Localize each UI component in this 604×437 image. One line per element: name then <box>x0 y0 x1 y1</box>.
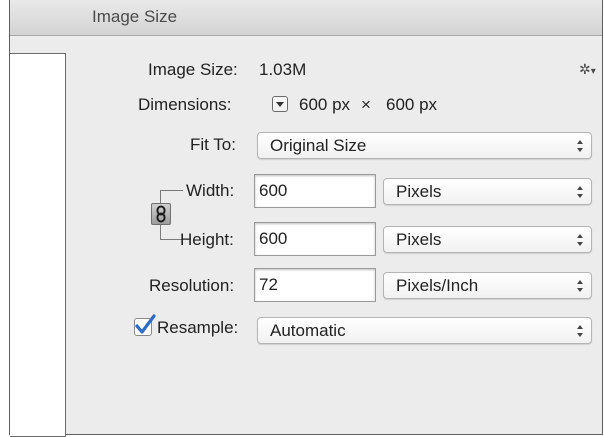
resample-value: Automatic <box>270 321 346 340</box>
width-label: Width: <box>186 181 235 200</box>
resolution-label: Resolution: <box>149 276 235 295</box>
height-value: 600 <box>259 229 288 248</box>
link-line-bottom-v <box>160 225 161 239</box>
updown-arrows-icon <box>577 325 583 337</box>
image-preview[interactable] <box>10 53 66 437</box>
checkmark-icon <box>135 314 156 334</box>
dialog-title: Image Size <box>92 7 178 26</box>
resample-select[interactable]: Automatic <box>257 317 592 344</box>
fit-to-label: Fit To: <box>190 135 236 154</box>
updown-arrows-icon <box>577 280 583 292</box>
width-unit-value: Pixels <box>396 182 442 201</box>
resample-label: Resample: <box>157 318 239 337</box>
updown-arrows-icon <box>577 140 583 152</box>
dialog-titlebar: Image Size <box>10 0 602 36</box>
dimensions-times: × <box>361 95 371 114</box>
height-label: Height: <box>180 230 234 249</box>
dimensions-label: Dimensions: <box>138 95 232 114</box>
image-size-value: 1.03M <box>259 60 307 79</box>
resolution-value: 72 <box>259 275 278 294</box>
resolution-unit-select[interactable]: Pixels/Inch <box>383 272 592 299</box>
fit-to-select[interactable]: Original Size <box>257 132 592 159</box>
resolution-input[interactable]: 72 <box>254 268 376 302</box>
width-value: 600 <box>259 181 288 200</box>
height-input[interactable]: 600 <box>254 222 376 256</box>
dimensions-height: 600 px <box>386 95 438 114</box>
fit-to-value: Original Size <box>270 136 367 155</box>
height-unit-select[interactable]: Pixels <box>383 226 592 253</box>
image-size-dialog: Image Size Image Size: 1.03M ✲▾ Dimensio… <box>9 0 603 437</box>
triangle-down-icon[interactable] <box>272 96 288 112</box>
image-size-label: Image Size: <box>148 60 238 79</box>
width-input[interactable]: 600 <box>254 174 376 208</box>
updown-arrows-icon <box>577 186 583 198</box>
link-line-top-v <box>160 190 161 203</box>
gear-icon[interactable]: ✲▾ <box>579 61 596 78</box>
dimensions-width: 600 px <box>299 95 351 114</box>
link-line-top-h <box>160 190 183 191</box>
resolution-unit-value: Pixels/Inch <box>396 276 479 295</box>
width-unit-select[interactable]: Pixels <box>383 178 592 205</box>
chain-link-icon[interactable] <box>151 203 171 225</box>
resample-checkbox[interactable] <box>134 314 156 336</box>
updown-arrows-icon <box>577 234 583 246</box>
height-unit-value: Pixels <box>396 230 442 249</box>
